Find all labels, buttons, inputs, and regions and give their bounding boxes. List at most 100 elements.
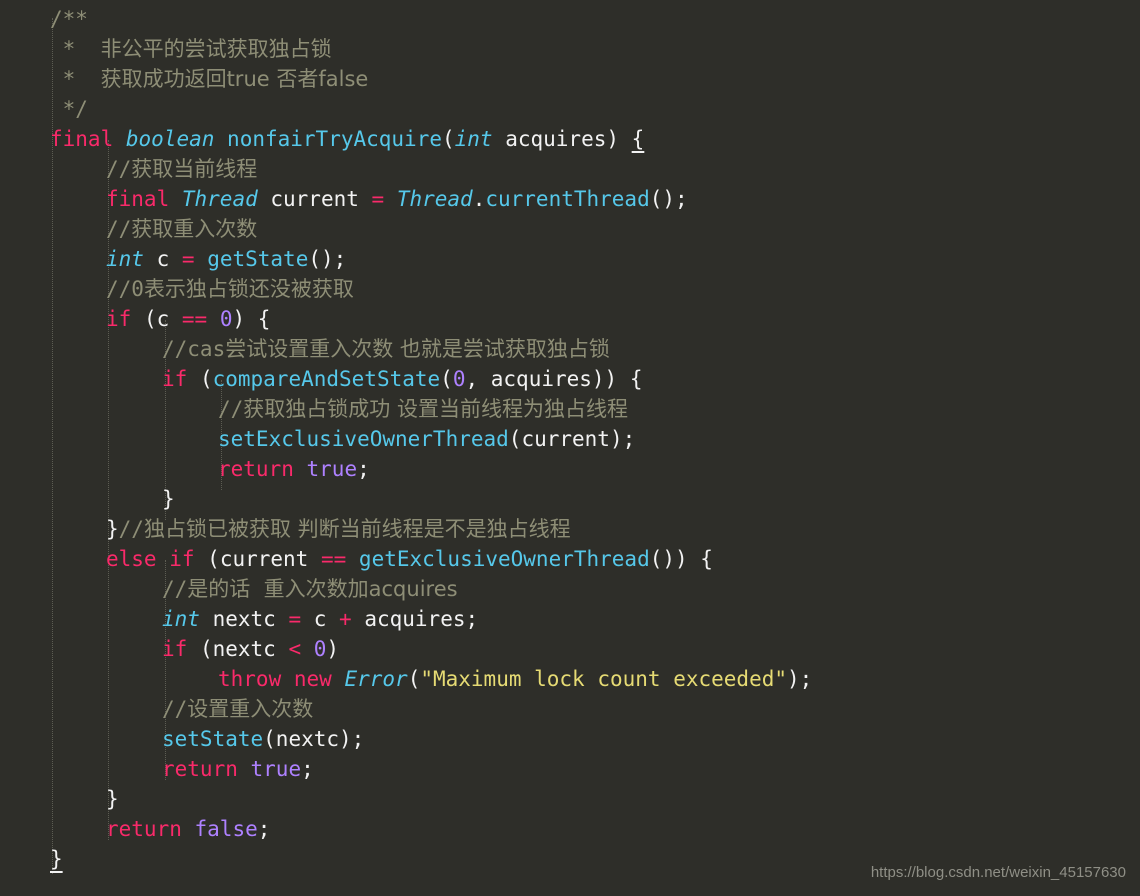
code-line[interactable]: //cas尝试设置重入次数 也就是尝试获取独占锁 (0, 334, 1140, 364)
code-line[interactable]: //0表示独占锁还没被获取 (0, 274, 1140, 304)
code-token-pln (384, 187, 397, 211)
code-line[interactable]: /** (0, 4, 1140, 34)
code-line[interactable]: int nextc = c + acquires; (0, 604, 1140, 634)
code-token-cmt: // (106, 157, 132, 181)
code-token-kw: new (293, 667, 332, 691)
code-token-pln (238, 757, 251, 781)
code-line[interactable]: //设置重入次数 (0, 694, 1140, 724)
code-line[interactable]: * 非公平的尝试获取独占锁 (0, 34, 1140, 64)
code-listing[interactable]: /** * 非公平的尝试获取独占锁 * 获取成功返回true 否者false *… (0, 0, 1140, 896)
code-token-type: int (106, 247, 144, 271)
code-token-cmt: * (50, 67, 101, 91)
code-line[interactable]: final boolean nonfairTryAcquire(int acqu… (0, 124, 1140, 154)
code-token-pln: ) (326, 637, 340, 661)
code-line[interactable]: else if (current == getExclusiveOwnerThr… (0, 544, 1140, 574)
code-token-kw: if (169, 547, 195, 571)
code-token-type: Thread (181, 187, 258, 211)
code-line[interactable]: if (compareAndSetState(0, acquires)) { (0, 364, 1140, 394)
code-token-num: 0 (219, 307, 233, 331)
code-token-pln: (); (649, 187, 688, 211)
code-comment-text: 独占锁已被获取 判断当前线程是不是独占线程 (143, 517, 571, 541)
code-token-kw: throw (218, 667, 282, 691)
code-token-pln: nextc (199, 607, 289, 631)
code-token-num: true (250, 757, 302, 781)
code-line[interactable]: */ (0, 94, 1140, 124)
code-token-cmt: // (118, 517, 144, 541)
code-token-pln: c (143, 247, 182, 271)
code-token-pln: ); (787, 667, 813, 691)
code-token-cmt: // (162, 577, 188, 601)
code-token-pln: c (301, 607, 340, 631)
code-token-pln: (current (194, 547, 321, 571)
code-line[interactable]: final Thread current = Thread.currentThr… (0, 184, 1140, 214)
code-token-kw: return (106, 817, 182, 841)
code-token-op: == (320, 547, 347, 571)
code-token-kw: if (162, 367, 188, 391)
code-token-pln: ; (301, 757, 314, 781)
code-token-kw: if (162, 637, 188, 661)
code-line[interactable]: } (0, 784, 1140, 814)
code-token-fn: getState (207, 247, 309, 271)
code-line[interactable]: int c = getState(); (0, 244, 1140, 274)
watermark-url: https://blog.csdn.net/weixin_45157630 (870, 864, 1126, 881)
code-token-pln: ( (441, 127, 455, 151)
code-line[interactable]: //获取独占锁成功 设置当前线程为独占线程 (0, 394, 1140, 424)
code-token-kw: else (106, 547, 157, 571)
code-comment-text: 尝试设置重入次数 也就是尝试获取独占锁 (225, 337, 610, 361)
code-line[interactable]: //获取当前线程 (0, 154, 1140, 184)
code-token-op: < (288, 637, 302, 661)
code-token-pln: (c (131, 307, 182, 331)
code-token-type: boolean (125, 127, 215, 151)
code-token-pln: (); (308, 247, 347, 271)
code-comment-text: 获取重入次数 (131, 217, 258, 241)
code-line[interactable]: return false; (0, 814, 1140, 844)
code-token-pln: } (106, 787, 119, 811)
code-token-type: int (454, 127, 493, 151)
code-token-pln: (nextc); (263, 727, 365, 751)
code-token-pln: (nextc (187, 637, 289, 661)
code-line[interactable]: //获取重入次数 (0, 214, 1140, 244)
code-comment-text: 获取独占锁成功 设置当前线程为独占线程 (243, 397, 628, 421)
code-token-op: = (288, 607, 302, 631)
code-token-cmt: // (162, 697, 188, 721)
code-token-type: Thread (396, 187, 473, 211)
matched-brace: } (50, 847, 63, 871)
code-token-pln (294, 457, 307, 481)
code-line[interactable]: setState(nextc); (0, 724, 1140, 754)
code-token-kw: final (50, 127, 114, 151)
code-token-cmt: /** (50, 7, 88, 31)
code-token-pln (157, 547, 170, 571)
code-token-pln: ) { (232, 307, 271, 331)
code-token-pln: (current); (508, 427, 636, 451)
code-token-fn: getExclusiveOwnerThread (358, 547, 650, 571)
matched-brace: { (631, 127, 645, 151)
code-token-kw: if (106, 307, 132, 331)
code-token-cmt: * (50, 37, 101, 61)
code-token-pln: ( (407, 667, 421, 691)
code-line[interactable]: }//独占锁已被获取 判断当前线程是不是独占线程 (0, 514, 1140, 544)
code-token-num: 0 (452, 367, 466, 391)
code-line[interactable]: throw new Error("Maximum lock count exce… (0, 664, 1140, 694)
code-comment-text: 非公平的尝试获取独占锁 (100, 37, 332, 61)
code-line[interactable]: if (nextc < 0) (0, 634, 1140, 664)
code-token-op: = (181, 247, 195, 271)
code-line[interactable]: //是的话 重入次数加acquires (0, 574, 1140, 604)
code-token-pln (332, 667, 345, 691)
code-token-pln: acquires; (351, 607, 479, 631)
code-token-cmt: //cas (162, 337, 226, 361)
code-token-pln: acquires) (492, 127, 632, 151)
code-token-fn: nonfairTryAcquire (227, 127, 442, 151)
code-line[interactable]: * 获取成功返回true 否者false (0, 64, 1140, 94)
code-token-kw: return (162, 757, 238, 781)
code-token-op: == (181, 307, 208, 331)
code-line[interactable]: } (0, 484, 1140, 514)
code-line[interactable]: setExclusiveOwnerThread(current); (0, 424, 1140, 454)
code-line[interactable]: if (c == 0) { (0, 304, 1140, 334)
code-token-pln: current (257, 187, 372, 211)
code-token-type: int (162, 607, 200, 631)
code-token-fn: setState (162, 727, 264, 751)
code-line[interactable]: return true; (0, 754, 1140, 784)
code-comment-text: 是的话 重入次数加acquires (187, 577, 458, 601)
code-line[interactable]: return true; (0, 454, 1140, 484)
code-token-pln (113, 127, 126, 151)
